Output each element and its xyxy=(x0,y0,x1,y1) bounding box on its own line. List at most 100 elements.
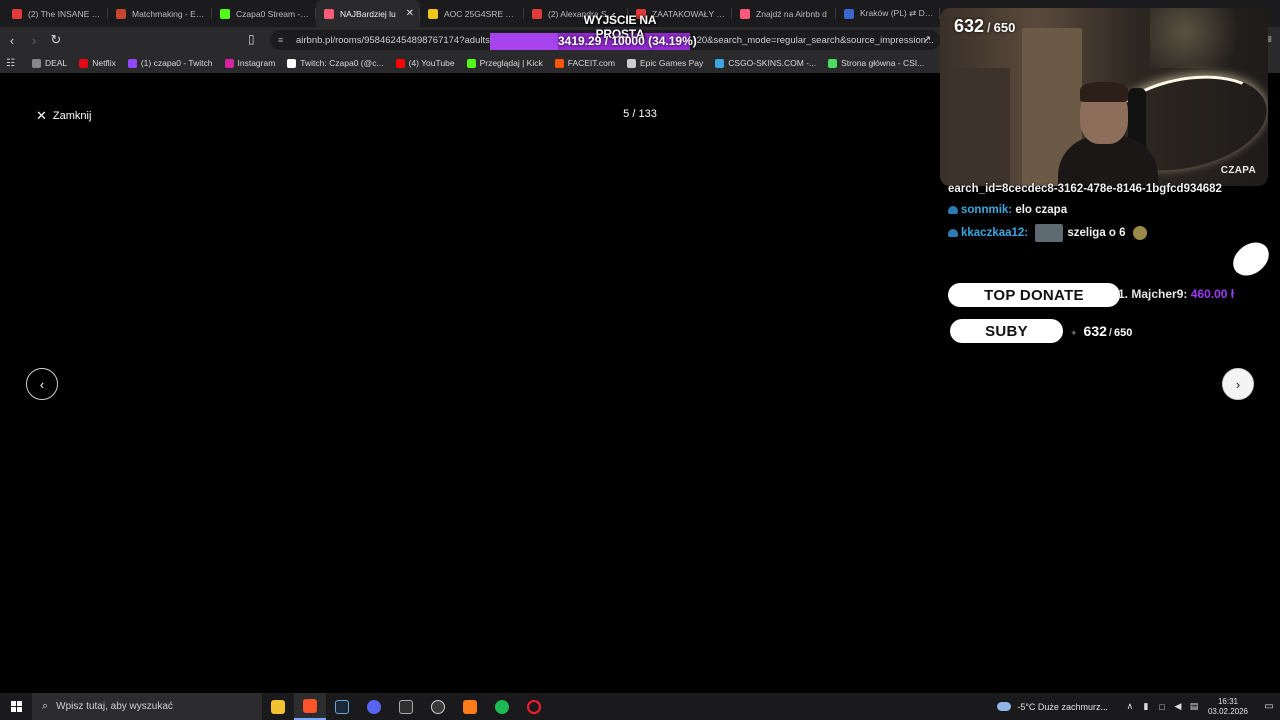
bookmark-item[interactable]: (4) YouTube xyxy=(395,58,455,68)
tab-favicon-icon xyxy=(220,8,230,19)
file-explorer-button[interactable] xyxy=(262,693,294,720)
discord-icon xyxy=(367,699,381,714)
next-photo-button[interactable]: › xyxy=(1222,368,1254,400)
tab-favicon-icon xyxy=(428,8,438,19)
bookmark-item[interactable]: Przeglądaj | Kick xyxy=(466,58,543,68)
bookmark-label: Instagram xyxy=(237,58,276,68)
app-button[interactable] xyxy=(454,693,486,720)
chat-text: earch_id=8cecdec8-3162-478e-8146-1bgfcd9… xyxy=(948,183,1222,195)
tab-title: NAJBardziej lu xyxy=(340,8,396,19)
bookmark-item[interactable]: Epic Games Pay xyxy=(626,58,703,68)
tab-close-icon[interactable]: ✕ xyxy=(406,8,414,19)
keyboard-icon[interactable]: ▤ xyxy=(1186,701,1202,712)
brave-button[interactable] xyxy=(294,693,326,720)
tab-title: Znajdź na Airbnb d xyxy=(756,8,827,19)
bookmark-item[interactable]: (1) czapa0 - Twitch xyxy=(127,58,213,68)
emote-icon xyxy=(1132,226,1147,240)
notification-icon[interactable]: ▭ xyxy=(1258,701,1280,712)
brave-icon xyxy=(303,698,317,713)
epic-games-button[interactable] xyxy=(390,693,422,720)
chat-overlay: earch_id=8cecdec8-3162-478e-8146-1bgfcd9… xyxy=(948,182,1228,248)
epic-games-icon xyxy=(399,699,413,714)
bookmark-favicon-icon xyxy=(466,58,476,68)
apps-icon[interactable]: ☷ xyxy=(6,58,18,69)
browser-tab[interactable]: AOC 25G4SRE 24.5" xyxy=(420,0,524,27)
site-info-icon[interactable]: ≡ xyxy=(278,35,288,45)
tab-title: AOC 25G4SRE 24.5" xyxy=(444,8,518,19)
bookmark-label: FACEIT.com xyxy=(567,58,615,68)
reload-icon[interactable]: ↻ xyxy=(46,30,66,50)
opera-button[interactable] xyxy=(518,693,550,720)
bookmark-item[interactable]: CSGO-SKINS.COM -... xyxy=(715,58,816,68)
previous-photo-button[interactable]: ‹ xyxy=(26,368,58,400)
close-icon: ✕ xyxy=(36,108,47,123)
webcam-lights xyxy=(1150,8,1268,68)
steam-button[interactable] xyxy=(326,693,358,720)
windows-icon xyxy=(10,701,22,712)
browser-tab[interactable]: NAJBardziej lu ✕ xyxy=(316,0,420,27)
discord-button[interactable] xyxy=(358,693,390,720)
bookmark-item[interactable]: FACEIT.com xyxy=(554,58,615,68)
faceit-button[interactable] xyxy=(422,693,454,720)
bookmark-favicon-icon xyxy=(32,58,41,68)
close-button[interactable]: ✕ Zamknij xyxy=(36,108,91,124)
browser-tab[interactable]: Matchmaking - Euro xyxy=(108,0,212,27)
webcam-shelf xyxy=(950,68,1010,186)
back-icon[interactable]: ‹ xyxy=(2,30,22,50)
network-icon[interactable]: □ xyxy=(1154,702,1170,712)
browser-tab[interactable]: Kraków (PL) ⇄ Denp xyxy=(836,0,940,27)
volume-icon[interactable]: ◀ xyxy=(1170,701,1186,712)
donate-amount: 460.00 ł xyxy=(1190,287,1235,301)
bookmark-label: (4) YouTube xyxy=(408,58,455,68)
browser-tab[interactable]: (2) The INSANE Diff xyxy=(4,0,108,27)
bookmark-label: Strona główna - CSI... xyxy=(841,58,925,68)
photo-counter: 5 / 133 xyxy=(623,108,657,120)
tab-favicon-icon xyxy=(324,8,334,19)
emote-icon xyxy=(1035,224,1064,242)
chat-message: earch_id=8cecdec8-3162-478e-8146-1bgfcd9… xyxy=(948,182,1228,197)
sub-badge-icon xyxy=(948,229,958,237)
weather-widget[interactable]: -5°C Duże zachmurz... xyxy=(997,702,1108,712)
bookmark-favicon-icon xyxy=(287,58,297,68)
clock[interactable]: 16:31 03.02.2026 xyxy=(1208,697,1248,717)
bookmark-item[interactable]: Instagram xyxy=(224,58,276,68)
sub-separator: / xyxy=(987,20,991,35)
chevron-up-icon[interactable]: ∧ xyxy=(1122,701,1138,712)
microphone-icon[interactable]: ▮ xyxy=(1138,701,1154,712)
faceit-icon xyxy=(431,699,445,714)
bookmark-favicon-icon xyxy=(224,58,234,68)
search-placeholder: Wpisz tutaj, aby wyszukać xyxy=(56,701,173,712)
forward-icon[interactable]: › xyxy=(24,30,44,50)
star-icon: ✦ xyxy=(1070,328,1078,338)
chat-message: kkaczkaa12: szeliga o 6 xyxy=(948,224,1228,242)
chat-text: elo czapa xyxy=(1015,204,1068,216)
app-icon xyxy=(463,699,477,714)
browser-tab[interactable]: Czapa0 Stream - W xyxy=(212,0,316,27)
start-button[interactable] xyxy=(0,693,32,720)
sub-goal: 650 xyxy=(993,20,1016,35)
bookmark-item[interactable]: Netflix xyxy=(79,58,116,68)
bookmark-item[interactable]: Strona główna - CSI... xyxy=(828,58,924,68)
donate-user: 1. Majcher9: xyxy=(1118,287,1188,301)
taskbar-search[interactable]: ⌕ Wpisz tutaj, aby wyszukać xyxy=(32,693,262,720)
clock-time: 16:31 xyxy=(1217,696,1238,706)
bookmark-label: CSGO-SKINS.COM -... xyxy=(728,58,817,68)
chat-text: szeliga o 6 xyxy=(1067,227,1126,240)
spotify-button[interactable] xyxy=(486,693,518,720)
taskbar: ⌕ Wpisz tutaj, aby wyszukać -5°C Duże za… xyxy=(0,693,1280,720)
browser-tab[interactable]: Znajdź na Airbnb d xyxy=(732,0,836,27)
top-donate-value: 1. Majcher9: 460.00 ł xyxy=(1118,287,1234,301)
bookmark-label: Przeglądaj | Kick xyxy=(479,58,543,68)
bookmark-favicon-icon xyxy=(127,58,137,68)
bookmark-label: Twitch: Czapa0 (@c... xyxy=(300,58,384,68)
share-icon[interactable]: ↗ xyxy=(922,33,931,46)
bookmark-item[interactable]: DEAL xyxy=(32,58,67,68)
subs-label: SUBY xyxy=(950,319,1063,343)
chat-username: kkaczkaa12: xyxy=(961,227,1029,240)
subs-separator: / xyxy=(1108,327,1112,339)
bookmark-item[interactable]: Twitch: Czapa0 (@c... xyxy=(287,58,384,68)
clock-date: 03.02.2026 xyxy=(1207,706,1248,716)
bookmark-label: DEAL xyxy=(45,58,68,68)
bookmark-icon[interactable]: ▯ xyxy=(248,32,255,46)
bookmark-favicon-icon xyxy=(715,58,725,68)
